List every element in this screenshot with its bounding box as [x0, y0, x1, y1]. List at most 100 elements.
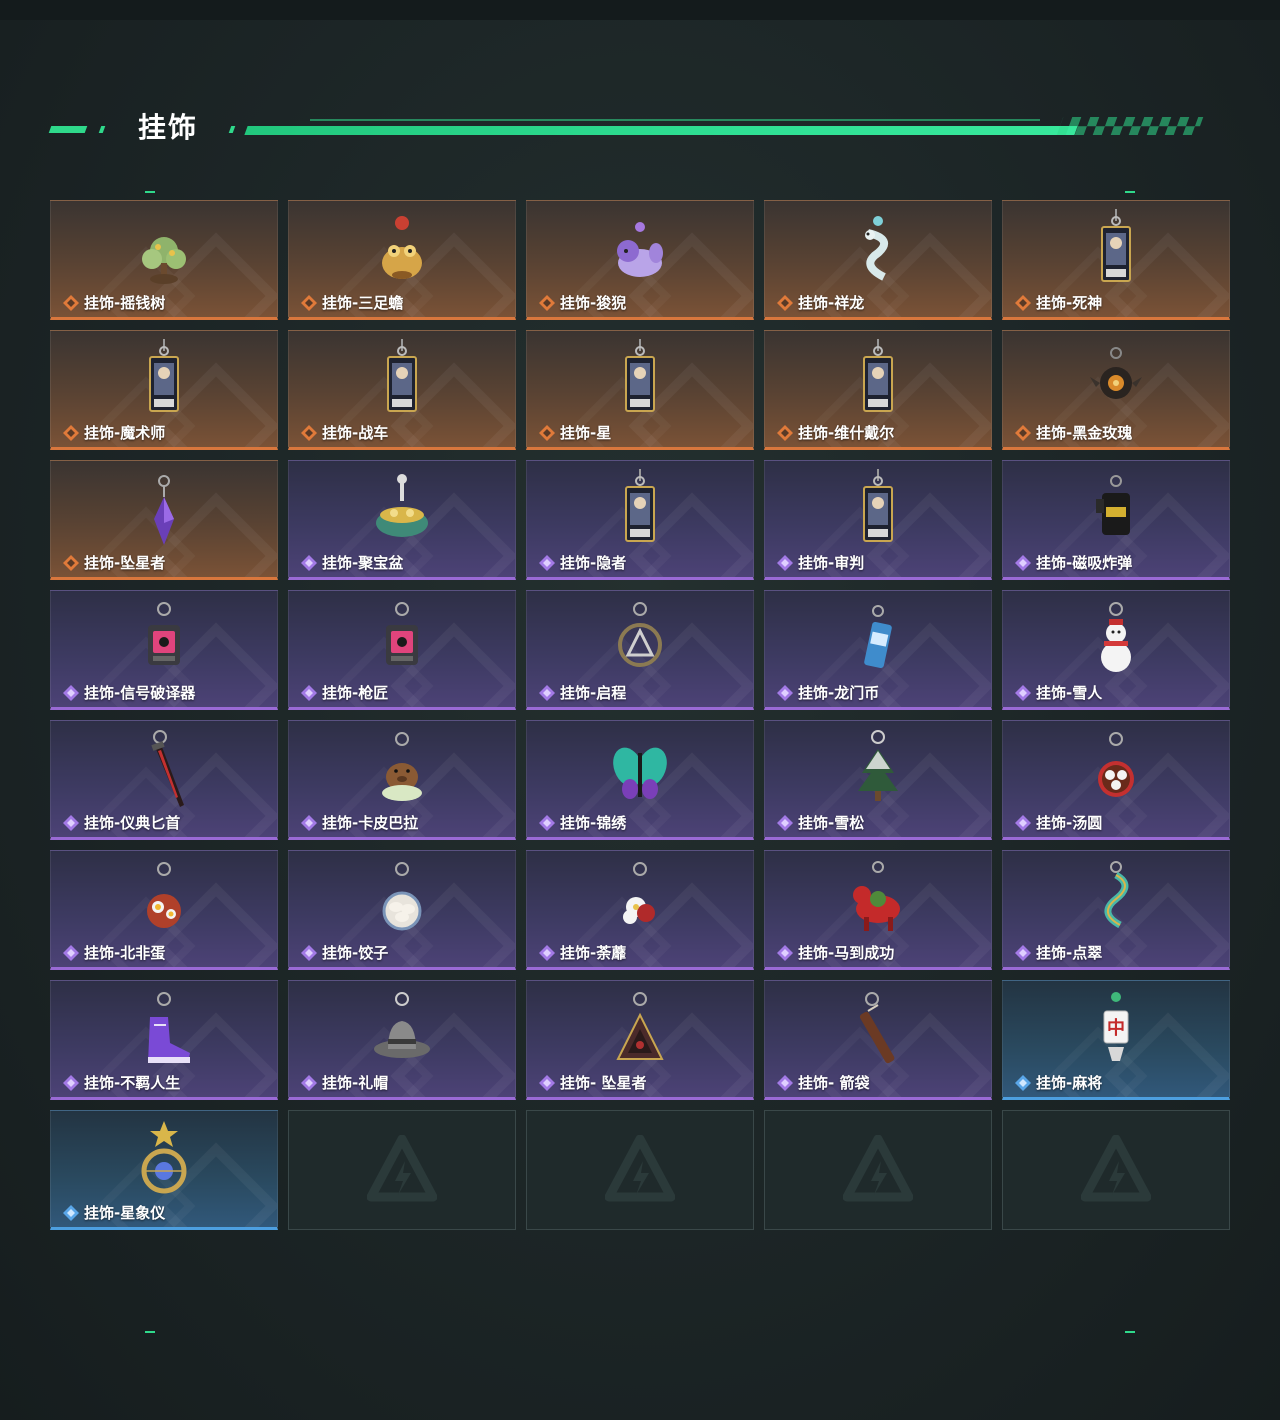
charm-card[interactable]: 挂饰-死神	[1002, 200, 1230, 320]
charm-card[interactable]: 挂饰-坠星者	[50, 460, 278, 580]
butterfly-charm-icon	[613, 747, 667, 799]
header-progress-line	[244, 126, 1078, 135]
charm-card[interactable]: 挂饰-雪人	[1002, 590, 1230, 710]
charm-card[interactable]: 挂饰-仪典匕首	[50, 720, 278, 840]
rarity-blue-icon	[1015, 1075, 1031, 1091]
rarity-orange-icon	[1015, 295, 1031, 311]
star-card-charm-icon	[625, 339, 655, 412]
charm-card[interactable]: 挂饰-北非蛋	[50, 850, 278, 970]
charm-label: 挂饰-不羁人生	[84, 1074, 181, 1092]
section-header: 挂饰	[48, 108, 1204, 148]
rarity-purple-icon	[301, 945, 317, 961]
charm-card[interactable]: 挂饰-魔术师	[50, 330, 278, 450]
charm-label: 挂饰-雪松	[798, 814, 865, 832]
charm-label: 挂饰-雪人	[1036, 684, 1103, 702]
charm-label: 挂饰-战车	[322, 424, 389, 442]
charm-card[interactable]: 挂饰-雪松	[764, 720, 992, 840]
charm-label: 挂饰-星象仪	[84, 1204, 166, 1222]
triangle-pendant-charm-icon	[616, 992, 664, 1060]
charm-card[interactable]: 挂饰-星	[526, 330, 754, 450]
shakshuka-charm-icon	[147, 862, 181, 928]
ritual-dagger-charm-icon	[151, 730, 184, 807]
death-card-charm-icon	[1101, 209, 1131, 282]
rarity-purple-icon	[63, 815, 79, 831]
charm-card[interactable]: 挂饰-黑金玫瑰	[1002, 330, 1230, 450]
charm-card[interactable]: 挂饰-信号破译器	[50, 590, 278, 710]
falling-star-crystal-charm-icon	[154, 475, 174, 545]
charm-label: 挂饰-聚宝盆	[322, 554, 404, 572]
charm-card[interactable]: 挂饰-星象仪	[50, 1110, 278, 1230]
rarity-purple-icon	[777, 815, 793, 831]
charm-card[interactable]: 挂饰- 坠星者	[526, 980, 754, 1100]
charm-card[interactable]: 挂饰-锦绣	[526, 720, 754, 840]
charm-card[interactable]: 中挂饰-麻将	[1002, 980, 1230, 1100]
magnetic-bomb-charm-icon	[1096, 475, 1130, 535]
charm-card[interactable]: 挂饰-磁吸炸弹	[1002, 460, 1230, 580]
charm-card[interactable]: 挂饰- 箭袋	[764, 980, 992, 1100]
charm-card[interactable]: 挂饰-荼蘼	[526, 850, 754, 970]
charm-label: 挂饰-坠星者	[84, 554, 166, 572]
empty-slot	[526, 1110, 754, 1230]
corner-tick	[145, 1331, 155, 1333]
rarity-purple-icon	[1015, 945, 1031, 961]
header-accent-tick	[98, 126, 106, 133]
quiver-charm-icon	[859, 992, 895, 1064]
rarity-purple-icon	[63, 945, 79, 961]
charm-card[interactable]: 挂饰-饺子	[288, 850, 516, 970]
charm-card[interactable]: 挂饰-战车	[288, 330, 516, 450]
suanni-lion-charm-icon	[617, 222, 663, 277]
rarity-purple-icon	[539, 555, 555, 571]
rose-flower-charm-icon	[623, 862, 655, 924]
departure-medal-charm-icon	[618, 602, 662, 667]
charm-label: 挂饰-审判	[798, 554, 865, 572]
charm-card[interactable]: 挂饰-礼帽	[288, 980, 516, 1100]
charm-label: 挂饰-星	[560, 424, 612, 442]
charm-label: 挂饰-荼蘼	[560, 944, 627, 962]
charm-card[interactable]: 挂饰-马到成功	[764, 850, 992, 970]
snowman-charm-icon	[1101, 602, 1131, 672]
dragon-charm-icon	[865, 216, 888, 281]
rarity-purple-icon	[539, 1075, 555, 1091]
charm-label: 挂饰-礼帽	[322, 1074, 389, 1092]
charm-card[interactable]: 挂饰-聚宝盆	[288, 460, 516, 580]
charm-card[interactable]: 挂饰-祥龙	[764, 200, 992, 320]
charm-label: 挂饰-饺子	[322, 944, 389, 962]
header-checker-pattern	[1056, 117, 1204, 135]
chariot-card-charm-icon	[387, 339, 417, 412]
charm-label: 挂饰-枪匠	[322, 684, 389, 702]
gunsmith-charm-icon	[386, 602, 418, 665]
charm-card[interactable]: 挂饰-审判	[764, 460, 992, 580]
charm-card[interactable]: 挂饰-狻猊	[526, 200, 754, 320]
charm-card[interactable]: 挂饰-龙门币	[764, 590, 992, 710]
charm-label: 挂饰-狻猊	[560, 294, 627, 312]
charm-card[interactable]: 挂饰-三足蟾	[288, 200, 516, 320]
rarity-orange-icon	[301, 425, 317, 441]
charm-label: 挂饰-隐者	[560, 554, 627, 572]
charm-card[interactable]: 挂饰-卡皮巴拉	[288, 720, 516, 840]
charm-card[interactable]: 挂饰-点翠	[1002, 850, 1230, 970]
charm-label: 挂饰-龙门币	[798, 684, 880, 702]
rarity-purple-icon	[301, 685, 317, 701]
rarity-orange-icon	[301, 295, 317, 311]
charm-card[interactable]: 挂饰-维什戴尔	[764, 330, 992, 450]
empty-slot-logo-icon	[843, 1135, 913, 1202]
charm-card[interactable]: 挂饰-汤圆	[1002, 720, 1230, 840]
charm-card[interactable]: 挂饰-启程	[526, 590, 754, 710]
header-accent-bar	[48, 126, 88, 133]
charm-card[interactable]: 挂饰-隐者	[526, 460, 754, 580]
charm-card[interactable]: 挂饰-不羁人生	[50, 980, 278, 1100]
charm-card[interactable]: 挂饰-摇钱树	[50, 200, 278, 320]
rarity-orange-icon	[1015, 425, 1031, 441]
rarity-purple-icon	[539, 945, 555, 961]
charm-label: 挂饰-磁吸炸弹	[1036, 554, 1133, 572]
rarity-purple-icon	[777, 945, 793, 961]
dumplings-charm-icon	[382, 862, 422, 931]
charm-label: 挂饰-启程	[560, 684, 627, 702]
rarity-purple-icon	[1015, 815, 1031, 831]
tangyuan-charm-icon	[1098, 732, 1134, 797]
charm-card[interactable]: 挂饰-枪匠	[288, 590, 516, 710]
charm-label: 挂饰-黑金玫瑰	[1036, 424, 1133, 442]
black-gold-rose-charm-icon	[1090, 347, 1142, 399]
rarity-purple-icon	[1015, 685, 1031, 701]
charm-grid: 挂饰-摇钱树 挂饰-三足蟾 挂饰-狻猊 挂饰-祥龙 挂饰-死神 挂饰-魔术师 挂饰-战车 挂饰…	[50, 200, 1230, 1230]
